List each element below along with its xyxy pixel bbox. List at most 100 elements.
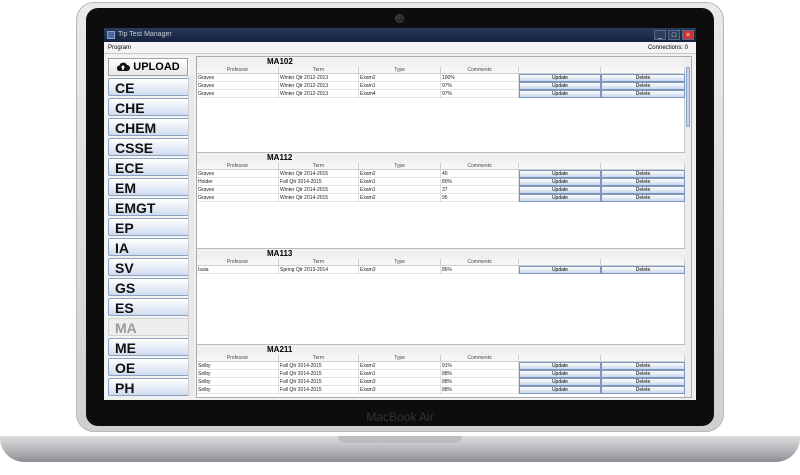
connections-status: Connections: 0 xyxy=(647,45,688,51)
app-icon xyxy=(107,31,115,39)
delete-button[interactable]: Delete xyxy=(601,194,685,202)
sidebar-item-sv[interactable]: SV xyxy=(108,258,190,276)
delete-button[interactable]: Delete xyxy=(601,386,685,394)
column-header[interactable]: Comments xyxy=(441,259,519,266)
column-header[interactable] xyxy=(601,355,685,362)
table-cell: Isaia xyxy=(197,266,279,274)
delete-button[interactable]: Delete xyxy=(601,74,685,82)
window-title: Tip Test Manager xyxy=(118,31,172,38)
table-cell: Graves xyxy=(197,82,279,90)
table-cell: 37 xyxy=(441,186,519,194)
table-cell: Graves xyxy=(197,194,279,202)
column-header[interactable] xyxy=(601,259,685,266)
sidebar-item-ma[interactable]: MA xyxy=(108,318,190,336)
delete-button[interactable]: Delete xyxy=(601,82,685,90)
close-button[interactable]: × xyxy=(682,30,694,40)
course-title: MA211 xyxy=(197,345,685,355)
table-cell: Fall Qtr 2014-2015 xyxy=(279,362,359,370)
exam-list-panel: MA102 Professor Term Type Comments Graves Wint… xyxy=(196,56,692,398)
sidebar-scrollbar[interactable] xyxy=(188,76,194,396)
column-header[interactable]: Term xyxy=(279,163,359,170)
table-cell: Fall Qtr 2014-2015 xyxy=(279,386,359,394)
sidebar-item-che[interactable]: CHE xyxy=(108,98,190,116)
menu-bar: Program Connections: 0 xyxy=(104,42,696,54)
delete-button[interactable]: Delete xyxy=(601,370,685,378)
column-header[interactable]: Term xyxy=(279,67,359,74)
update-button[interactable]: Update xyxy=(519,90,601,98)
column-header[interactable]: Type xyxy=(359,67,441,74)
delete-button[interactable]: Delete xyxy=(601,362,685,370)
column-header[interactable]: Type xyxy=(359,259,441,266)
menu-program[interactable]: Program xyxy=(108,45,131,51)
sidebar-item-ph[interactable]: PH xyxy=(108,378,190,396)
sidebar-item-ia[interactable]: IA xyxy=(108,238,190,256)
update-button[interactable]: Update xyxy=(519,170,601,178)
column-header[interactable] xyxy=(601,67,685,74)
table-cell: 40 xyxy=(441,170,519,178)
column-header[interactable] xyxy=(519,163,601,170)
sidebar-item-csse[interactable]: CSSE xyxy=(108,138,190,156)
delete-button[interactable]: Delete xyxy=(601,378,685,386)
update-button[interactable]: Update xyxy=(519,370,601,378)
camera-icon xyxy=(395,14,404,23)
sidebar-item-chem[interactable]: CHEM xyxy=(108,118,190,136)
column-header[interactable]: Professor xyxy=(197,67,279,74)
sidebar-item-em[interactable]: EM xyxy=(108,178,190,196)
column-header[interactable]: Professor xyxy=(197,259,279,266)
maximize-button[interactable]: □ xyxy=(668,30,680,40)
exam-table: Professor Term Type Comments Selby Fall Qtr 2… xyxy=(197,355,685,394)
column-header[interactable] xyxy=(519,67,601,74)
column-header[interactable]: Type xyxy=(359,355,441,362)
column-header[interactable] xyxy=(601,163,685,170)
update-button[interactable]: Update xyxy=(519,266,601,274)
sidebar-item-ce[interactable]: CE xyxy=(108,78,190,96)
delete-button[interactable]: Delete xyxy=(601,90,685,98)
table-cell: Fall Qtr 2014-2015 xyxy=(279,370,359,378)
sidebar-item-emgt[interactable]: EMGT xyxy=(108,198,190,216)
minimize-button[interactable]: _ xyxy=(654,30,666,40)
sidebar-item-gs[interactable]: GS xyxy=(108,278,190,296)
sidebar-item-me[interactable]: ME xyxy=(108,338,190,356)
update-button[interactable]: Update xyxy=(519,74,601,82)
delete-button[interactable]: Delete xyxy=(601,170,685,178)
column-header[interactable]: Comments xyxy=(441,67,519,74)
table-cell: Exam1 xyxy=(359,370,441,378)
sidebar-item-oe[interactable]: OE xyxy=(108,358,190,376)
course-title: MA113 xyxy=(197,249,685,259)
delete-button[interactable]: Delete xyxy=(601,186,685,194)
delete-button[interactable]: Delete xyxy=(601,178,685,186)
update-button[interactable]: Update xyxy=(519,82,601,90)
column-header[interactable] xyxy=(519,259,601,266)
column-header[interactable]: Professor xyxy=(197,163,279,170)
column-header[interactable]: Comments xyxy=(441,355,519,362)
app-window: Tip Test Manager _ □ × Program Connectio… xyxy=(104,28,696,400)
upload-label: UPLOAD xyxy=(133,61,180,73)
sidebar-item-ep[interactable]: EP xyxy=(108,218,190,236)
column-header[interactable]: Comments xyxy=(441,163,519,170)
update-button[interactable]: Update xyxy=(519,186,601,194)
content-scrollbar[interactable] xyxy=(684,57,691,397)
delete-button[interactable]: Delete xyxy=(601,266,685,274)
update-button[interactable]: Update xyxy=(519,194,601,202)
table-cell: Graves xyxy=(197,90,279,98)
table-cell: Graves xyxy=(197,74,279,82)
sidebar-item-ece[interactable]: ECE xyxy=(108,158,190,176)
update-button[interactable]: Update xyxy=(519,378,601,386)
table-cell: Selby xyxy=(197,370,279,378)
update-button[interactable]: Update xyxy=(519,178,601,186)
column-header[interactable] xyxy=(519,355,601,362)
department-sidebar: UPLOAD CE CHE CHEM CSSE ECE EM EMGT EP IA SV GS ES M… xyxy=(106,56,190,396)
table-cell: Exam2 xyxy=(359,194,441,202)
laptop-notch xyxy=(338,436,462,443)
column-header[interactable]: Type xyxy=(359,163,441,170)
update-button[interactable]: Update xyxy=(519,386,601,394)
column-header[interactable]: Term xyxy=(279,259,359,266)
sidebar-item-es[interactable]: ES xyxy=(108,298,190,316)
upload-button[interactable]: UPLOAD xyxy=(108,58,188,76)
scrollbar-thumb[interactable] xyxy=(686,67,690,127)
column-header[interactable]: Term xyxy=(279,355,359,362)
column-header[interactable]: Professor xyxy=(197,355,279,362)
table-cell: Fall Qtr 2014-2015 xyxy=(279,178,359,186)
update-button[interactable]: Update xyxy=(519,362,601,370)
table-cell: Exam3 xyxy=(359,266,441,274)
